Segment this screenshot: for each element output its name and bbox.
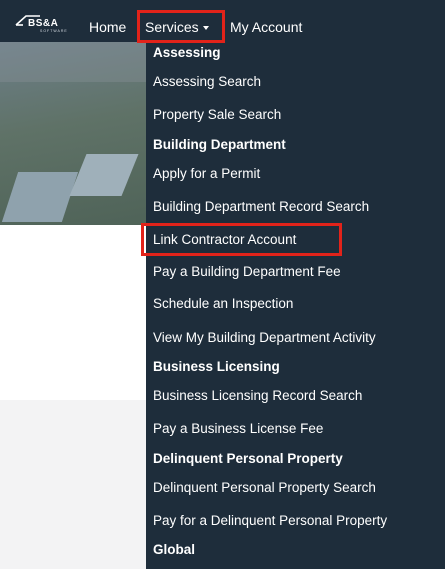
menu-item-view-building-activity[interactable]: View My Building Department Activity bbox=[153, 330, 376, 345]
top-navbar: BS&A SOFTWARE Home Services My Account bbox=[0, 0, 445, 42]
menu-item-link-contractor-account[interactable]: Link Contractor Account bbox=[153, 232, 296, 247]
menu-header-building-department: Building Department bbox=[153, 137, 286, 152]
photo-sky-band bbox=[0, 42, 146, 82]
menu-item-apply-for-permit[interactable]: Apply for a Permit bbox=[153, 166, 260, 181]
bsa-logo[interactable]: BS&A SOFTWARE bbox=[14, 12, 74, 34]
logo-text: BS&A bbox=[28, 18, 59, 29]
menu-header-business-licensing: Business Licensing bbox=[153, 359, 280, 374]
menu-item-building-record-search[interactable]: Building Department Record Search bbox=[153, 199, 369, 214]
house-roof-shape bbox=[69, 154, 139, 196]
menu-item-property-sale-search[interactable]: Property Sale Search bbox=[153, 107, 281, 122]
menu-header-assessing: Assessing bbox=[153, 45, 221, 60]
hero-aerial-photo bbox=[0, 42, 146, 225]
menu-item-pay-business-license-fee[interactable]: Pay a Business License Fee bbox=[153, 421, 323, 436]
logo-subtext: SOFTWARE bbox=[40, 29, 68, 33]
nav-services-label: Services bbox=[145, 19, 199, 35]
menu-item-assessing-search[interactable]: Assessing Search bbox=[153, 74, 261, 89]
services-dropdown-menu: Assessing Assessing Search Property Sale… bbox=[146, 42, 445, 569]
nav-my-account-link[interactable]: My Account bbox=[230, 19, 302, 35]
menu-item-schedule-inspection[interactable]: Schedule an Inspection bbox=[153, 296, 293, 311]
page-background bbox=[0, 225, 146, 400]
nav-home-link[interactable]: Home bbox=[89, 19, 126, 35]
house-roof-shape bbox=[1, 172, 79, 222]
menu-item-pay-building-fee[interactable]: Pay a Building Department Fee bbox=[153, 264, 341, 279]
nav-services-dropdown[interactable]: Services bbox=[145, 19, 209, 35]
menu-item-delinquent-property-search[interactable]: Delinquent Personal Property Search bbox=[153, 480, 376, 495]
menu-header-delinquent-personal-property: Delinquent Personal Property bbox=[153, 451, 343, 466]
page-background-gray bbox=[0, 400, 146, 569]
menu-item-pay-delinquent-property[interactable]: Pay for a Delinquent Personal Property bbox=[153, 513, 387, 528]
menu-item-business-record-search[interactable]: Business Licensing Record Search bbox=[153, 388, 362, 403]
menu-header-global: Global bbox=[153, 542, 196, 557]
caret-down-icon bbox=[202, 26, 209, 31]
